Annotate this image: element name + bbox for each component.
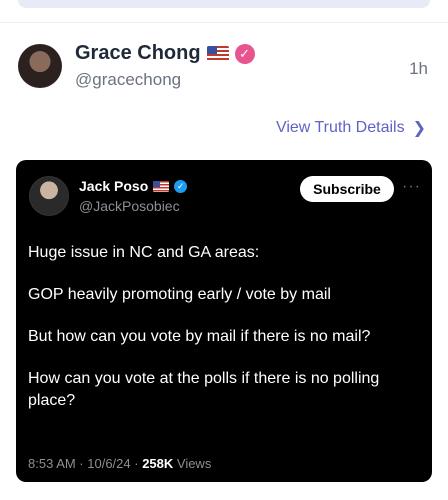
embed-paragraph: GOP heavily promoting early / vote by ma… — [28, 286, 331, 303]
embed-paragraph: How can you vote at the polls if there i… — [28, 370, 380, 409]
verified-badge-icon: ✓ — [174, 179, 188, 193]
chevron-right-icon: ❯ — [412, 120, 426, 137]
embedded-tweet-card[interactable]: Jack Poso ✓ @JackPosobiec Subscribe ··· … — [16, 160, 432, 482]
us-flag-icon — [153, 180, 170, 192]
embed-author-name-row: Jack Poso ✓ — [79, 178, 188, 194]
embed-author-name[interactable]: Jack Poso — [79, 178, 148, 194]
post-time: 1h — [409, 59, 428, 78]
us-flag-icon — [206, 46, 229, 61]
embed-author-avatar[interactable] — [29, 176, 69, 216]
previous-card-edge — [18, 0, 430, 8]
embed-timestamp[interactable]: 8:53 AM · 10/6/24 · — [28, 456, 142, 471]
view-truth-details-label: View Truth Details — [275, 119, 405, 136]
subscribe-button[interactable]: Subscribe — [300, 176, 394, 202]
author-avatar[interactable] — [18, 44, 62, 88]
more-options-icon[interactable]: ··· — [402, 178, 421, 196]
embed-views-label: Views — [173, 456, 212, 471]
author-handle[interactable]: @gracechong — [75, 70, 181, 90]
embed-paragraph: But how can you vote by mail if there is… — [28, 328, 371, 345]
view-truth-details-link[interactable]: View Truth Details ❯ — [276, 118, 426, 138]
embed-views-count: 258K — [142, 456, 174, 471]
embed-author-handle[interactable]: @JackPosobiec — [79, 198, 180, 214]
embed-text: Huge issue in NC and GA areas: GOP heavi… — [28, 242, 420, 432]
author-name-row: Grace Chong ✓ — [75, 42, 255, 65]
embed-meta: 8:53 AM · 10/6/24 · 258K Views — [28, 456, 211, 471]
verified-badge-icon: ✓ — [234, 43, 255, 64]
divider — [0, 22, 448, 23]
embed-paragraph: Huge issue in NC and GA areas: — [28, 244, 260, 261]
author-name[interactable]: Grace Chong — [75, 42, 201, 65]
